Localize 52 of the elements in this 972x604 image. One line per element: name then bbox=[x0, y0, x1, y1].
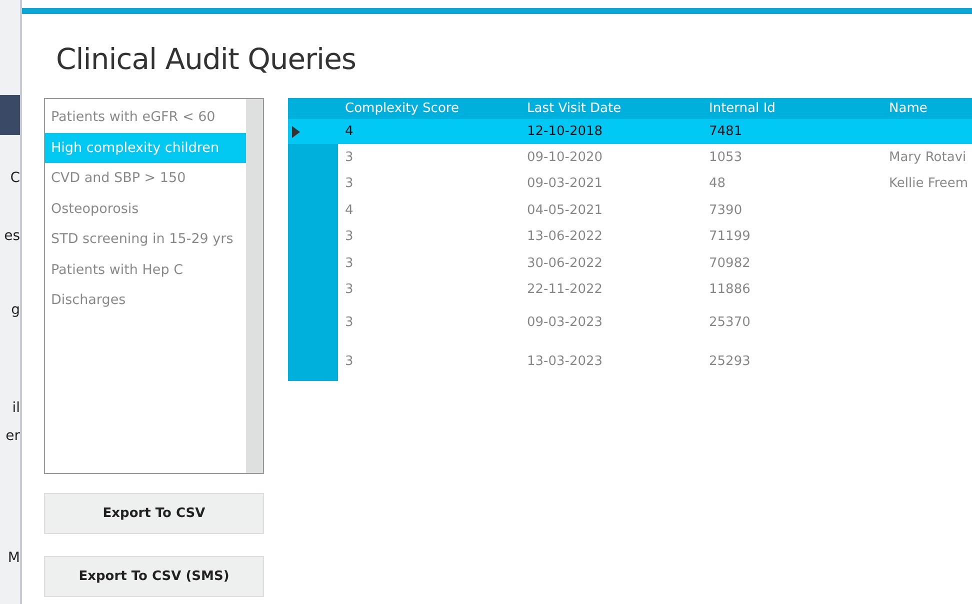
table-cell: 13-03-2023 bbox=[527, 354, 603, 368]
table-cell: 13-06-2022 bbox=[527, 229, 603, 244]
scrollbar[interactable] bbox=[246, 99, 263, 473]
table-cell: 09-03-2021 bbox=[527, 176, 603, 192]
window-text: g bbox=[11, 302, 20, 318]
table-cell: 3 bbox=[345, 229, 354, 244]
column-header[interactable]: Last Visit Date bbox=[520, 98, 702, 119]
toolbar-band bbox=[0, 95, 20, 135]
table-cell: 3 bbox=[345, 314, 354, 330]
query-item[interactable]: STD screening in 15-29 yrs bbox=[45, 224, 246, 254]
table-cell: 22-11-2022 bbox=[527, 282, 603, 298]
window-text: M bbox=[8, 550, 20, 566]
table-cell: 70982 bbox=[709, 256, 750, 271]
window-text: es bbox=[4, 228, 20, 244]
table-cell: 4 bbox=[345, 124, 354, 139]
window-text: er bbox=[6, 428, 20, 444]
table-cell: 3 bbox=[345, 256, 354, 271]
column-header[interactable]: Internal Id bbox=[702, 98, 882, 119]
export-button[interactable]: Export To CSV bbox=[44, 493, 264, 534]
row-pointer-icon bbox=[292, 126, 300, 138]
table-cell: Kellie Freem bbox=[889, 176, 968, 192]
table-cell: 04-05-2021 bbox=[527, 202, 603, 218]
table-cell: Mary Rotavi bbox=[889, 150, 966, 165]
query-item[interactable]: Discharges bbox=[45, 285, 246, 316]
table-cell: 25370 bbox=[709, 314, 750, 330]
table-cell: 11886 bbox=[709, 282, 750, 298]
table-cell: 48 bbox=[709, 176, 726, 192]
table-cell: 7390 bbox=[709, 202, 742, 218]
table-cell: 3 bbox=[345, 354, 354, 368]
table-cell: 09-03-2023 bbox=[527, 314, 603, 330]
table-cell: 1053 bbox=[709, 150, 742, 165]
table-cell: 30-06-2022 bbox=[527, 256, 603, 271]
table-cell: 12-10-2018 bbox=[527, 124, 603, 139]
column-header[interactable]: Name bbox=[882, 98, 972, 119]
table-cell: 3 bbox=[345, 150, 354, 165]
query-item[interactable]: CVD and SBP > 150 bbox=[45, 163, 246, 194]
table-cell: 3 bbox=[345, 282, 354, 298]
query-item[interactable]: Patients with Hep C bbox=[45, 254, 246, 285]
table-cell: 7481 bbox=[709, 124, 742, 139]
window-text: C bbox=[10, 170, 20, 186]
query-item[interactable]: Patients with eGFR < 60 bbox=[45, 102, 246, 132]
table-cell: 09-10-2020 bbox=[527, 150, 603, 165]
window-title: Clinical Audit Queries bbox=[56, 42, 358, 78]
table-cell: 71199 bbox=[709, 229, 750, 244]
table-cell: 3 bbox=[345, 176, 354, 192]
query-item[interactable]: High complexity children bbox=[45, 132, 246, 163]
query-item[interactable]: Osteoporosis bbox=[45, 194, 246, 224]
table-cell: 25293 bbox=[709, 354, 750, 368]
column-header[interactable]: Complexity Score bbox=[338, 98, 520, 119]
table-cell: 4 bbox=[345, 202, 354, 218]
export-button[interactable]: Export To CSV (SMS) bbox=[44, 556, 264, 597]
window-text: il bbox=[12, 400, 20, 416]
